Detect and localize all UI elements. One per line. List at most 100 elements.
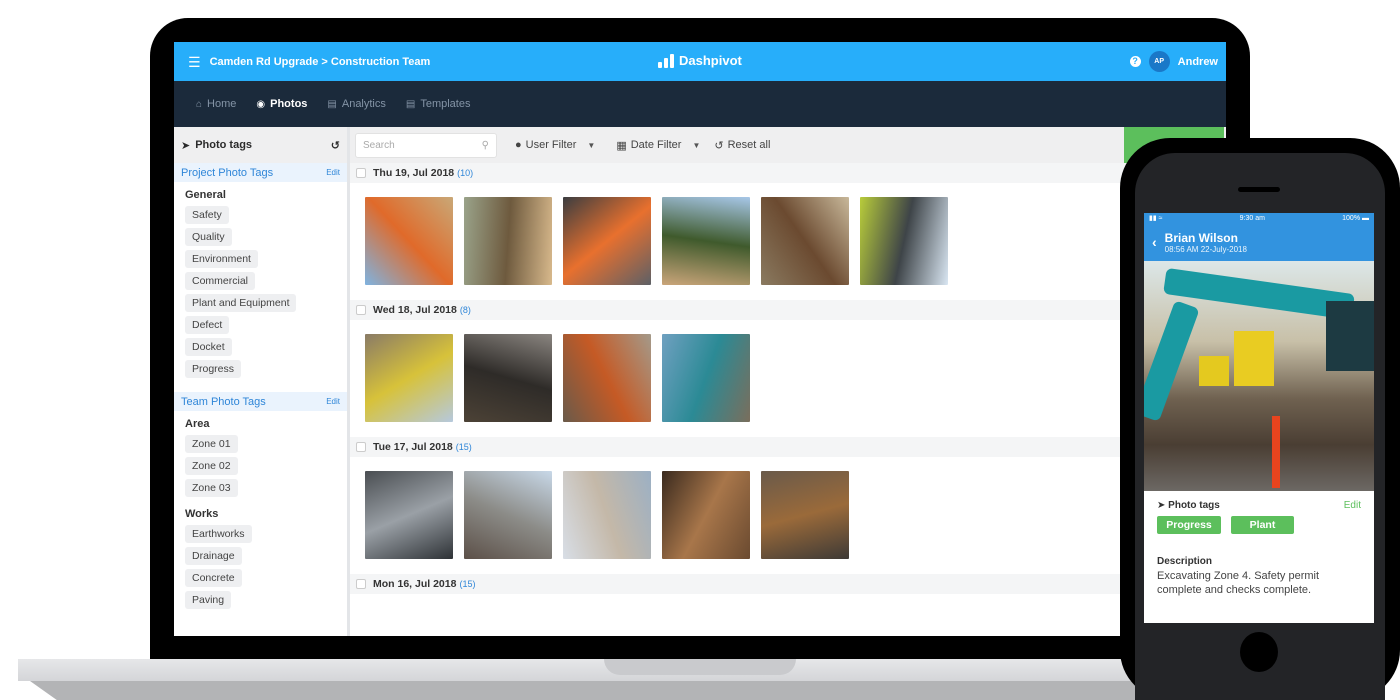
photo-tags-sidebar: ➤ Photo tags ↺ Project Photo Tags Edit Ge… <box>174 127 350 636</box>
group-title: Area <box>185 418 210 430</box>
brand-name: Dashpivot <box>679 53 742 68</box>
photo-tag-badge[interactable]: Progress <box>1157 516 1221 534</box>
tag-chip[interactable]: Zone 01 <box>185 435 238 453</box>
day-photo-count: (15) <box>459 579 476 589</box>
photo-thumbnail[interactable] <box>860 197 948 285</box>
edit-project-tags-link[interactable]: Edit <box>326 168 340 177</box>
day-photo-count: (8) <box>459 305 471 315</box>
tag-chip[interactable]: Earthworks <box>185 525 252 543</box>
tag-icon: ➤ <box>1157 500 1166 511</box>
photo-thumbnail[interactable] <box>761 471 849 559</box>
tag-chip[interactable]: Docket <box>185 338 232 356</box>
photo-thumbnail[interactable] <box>365 197 453 285</box>
calendar-icon: ▦ <box>616 139 627 152</box>
photo-thumbnail[interactable] <box>464 197 552 285</box>
user-icon: ● <box>515 139 522 151</box>
nav-home[interactable]: ⌂ Home <box>196 98 236 110</box>
tag-icon: ➤ <box>181 139 191 152</box>
photo-thumbnail[interactable] <box>365 334 453 422</box>
tag-chip[interactable]: Progress <box>185 360 242 378</box>
photo-datetime: 08:56 AM 22-July-2018 <box>1164 244 1247 254</box>
laptop-notch <box>604 659 796 675</box>
day-photo-count: (10) <box>457 168 474 178</box>
dashpivot-logo-icon <box>658 53 674 68</box>
chart-icon: ▤ <box>327 98 337 110</box>
avatar[interactable]: AP <box>1148 51 1170 72</box>
undo-icon: ↺ <box>714 139 724 152</box>
tag-chip[interactable]: Environment <box>185 250 258 268</box>
tag-chip[interactable]: Paving <box>185 591 232 609</box>
file-icon: ▤ <box>405 98 416 110</box>
tag-chip[interactable]: Zone 03 <box>185 479 238 497</box>
top-bar: ☰ Camden Rd Upgrade > Construction Team … <box>174 42 1226 81</box>
brand-logo: Dashpivot <box>658 53 742 68</box>
phone-screen: ▮▮ ≈ 9:30 am 100% ▬ ‹ Brian Wilson 08:56… <box>1144 213 1374 623</box>
tag-chip[interactable]: Commercial <box>185 272 256 290</box>
description-text: Excavating Zone 4. Safety permit complet… <box>1157 570 1320 596</box>
day-photo-count: (15) <box>455 442 472 452</box>
sidebar-title: Photo tags <box>195 139 253 151</box>
signal-icon: ▮▮ ≈ <box>1149 215 1163 222</box>
caret-down-icon: ▼ <box>587 140 596 150</box>
laptop-screen: ☰ Camden Rd Upgrade > Construction Team … <box>174 42 1226 636</box>
tag-chip[interactable]: Quality <box>185 228 232 246</box>
phone-header: ‹ Brian Wilson 08:56 AM 22-July-2018 <box>1144 223 1374 261</box>
tag-chip[interactable]: Zone 02 <box>185 457 238 475</box>
photo-thumbnail[interactable] <box>563 334 651 422</box>
day-group-header: Tue 17, Jul 2018 (15) <box>350 437 1226 457</box>
photo-feed: Search ⚲ ● User Filter ▼ ▦ Date Filter ▼… <box>350 127 1226 636</box>
reset-all-button[interactable]: ↺ Reset all <box>714 139 770 152</box>
day-group-header: Wed 18, Jul 2018 (8) <box>350 300 1226 320</box>
photo-thumbnail[interactable] <box>761 197 849 285</box>
photo-thumbnail[interactable] <box>662 197 750 285</box>
day-select-checkbox[interactable] <box>356 442 366 452</box>
day-select-checkbox[interactable] <box>356 579 366 589</box>
home-icon: ⌂ <box>196 98 203 110</box>
edit-team-tags-link[interactable]: Edit <box>326 397 340 406</box>
caret-down-icon: ▼ <box>692 140 701 150</box>
photo-thumbnail[interactable] <box>563 471 651 559</box>
day-group-header: Mon 16, Jul 2018 (15) <box>350 574 1226 594</box>
tag-chip[interactable]: Defect <box>185 316 230 334</box>
photo-thumbnail[interactable] <box>662 471 750 559</box>
photo-tags-title: Photo tags <box>1168 500 1220 511</box>
main-nav: ⌂ Home ◉ Photos ▤ Analytics ▤ Templates <box>174 81 1226 127</box>
help-icon[interactable]: ? <box>1129 56 1141 67</box>
group-title: General <box>185 189 226 201</box>
tag-chip[interactable]: Concrete <box>185 569 242 587</box>
photo-thumbnail[interactable] <box>464 471 552 559</box>
user-name[interactable]: Andrew <box>1178 56 1218 68</box>
phone-speaker <box>1238 187 1280 192</box>
nav-templates[interactable]: ▤ Templates <box>406 98 471 110</box>
hamburger-menu-icon[interactable]: ☰ <box>188 55 201 69</box>
photo-preview[interactable] <box>1144 261 1374 491</box>
edit-photo-tags-link[interactable]: Edit <box>1344 500 1361 511</box>
breadcrumb[interactable]: Camden Rd Upgrade > Construction Team <box>210 56 431 68</box>
search-input[interactable]: Search ⚲ <box>355 132 497 158</box>
photo-author: Brian Wilson <box>1164 230 1238 245</box>
day-label: Tue 17, Jul 2018 <box>373 441 453 453</box>
day-select-checkbox[interactable] <box>356 168 366 178</box>
day-select-checkbox[interactable] <box>356 305 366 315</box>
photo-thumbnail[interactable] <box>464 334 552 422</box>
photo-tag-badge[interactable]: Plant <box>1231 516 1294 534</box>
tag-chip[interactable]: Safety <box>185 206 229 224</box>
nav-photos[interactable]: ◉ Photos <box>256 98 307 110</box>
phone-home-button[interactable] <box>1240 632 1278 672</box>
tag-chip[interactable]: Drainage <box>185 547 242 565</box>
user-filter-dropdown[interactable]: ● User Filter ▼ <box>515 139 595 151</box>
back-chevron-icon[interactable]: ‹ <box>1152 234 1157 250</box>
project-photo-tags-header: Project Photo Tags Edit <box>174 163 347 182</box>
search-icon: ⚲ <box>481 139 489 151</box>
nav-analytics[interactable]: ▤ Analytics <box>327 98 385 110</box>
day-label: Mon 16, Jul 2018 <box>373 578 457 590</box>
photo-thumbnail[interactable] <box>662 334 750 422</box>
description-title: Description <box>1157 556 1213 567</box>
phone-time: 9:30 am <box>1239 214 1265 222</box>
tag-chip[interactable]: Plant and Equipment <box>185 294 297 312</box>
reset-tags-icon[interactable]: ↺ <box>331 139 340 152</box>
phone-status-bar: ▮▮ ≈ 9:30 am 100% ▬ <box>1144 213 1374 223</box>
photo-thumbnail[interactable] <box>365 471 453 559</box>
date-filter-dropdown[interactable]: ▦ Date Filter ▼ <box>616 139 700 152</box>
photo-thumbnail[interactable] <box>563 197 651 285</box>
